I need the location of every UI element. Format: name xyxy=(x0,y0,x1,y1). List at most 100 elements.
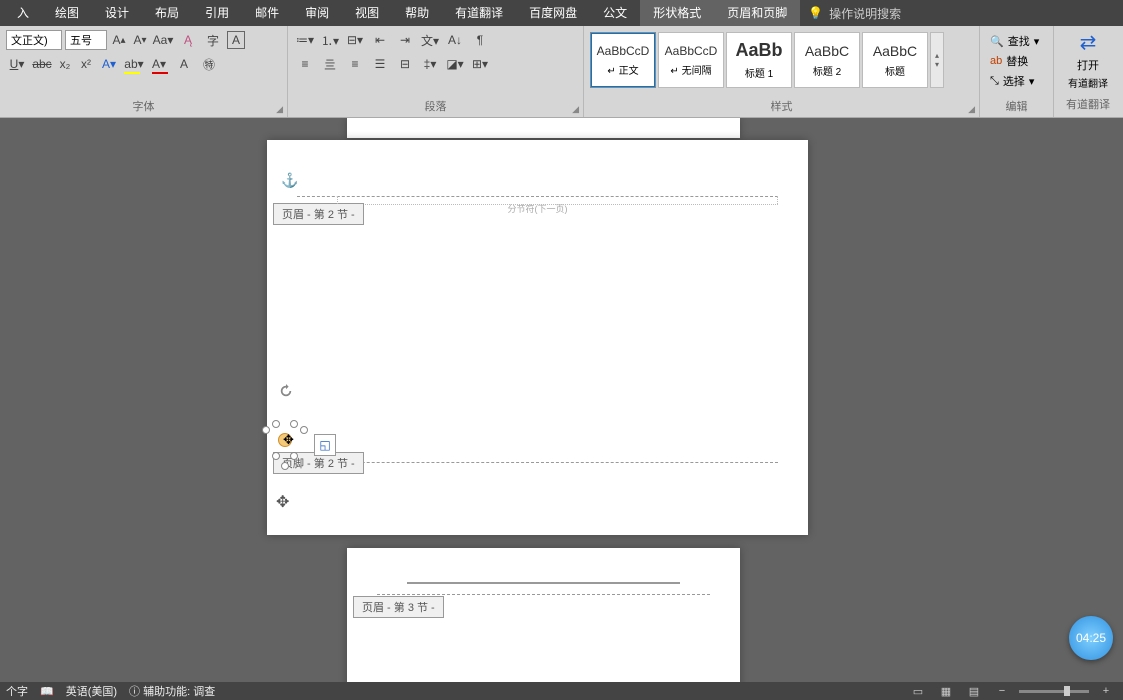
handle-nw[interactable] xyxy=(272,420,280,428)
timer-badge: 04:25 xyxy=(1069,616,1113,660)
zoom-slider[interactable] xyxy=(1019,690,1089,693)
char-border-button[interactable]: A xyxy=(227,31,245,49)
accessibility-status[interactable]: ⓘ 辅助功能: 调查 xyxy=(129,683,215,699)
align-left-button[interactable]: ≡ xyxy=(294,54,316,74)
style-heading2[interactable]: AaBbC 标题 2 xyxy=(794,32,860,88)
style-nospacing[interactable]: AaBbCcD ↵ 无间隔 xyxy=(658,32,724,88)
translate-icon[interactable]: ⇄ xyxy=(1080,30,1097,55)
handle-e[interactable] xyxy=(300,426,308,434)
spellcheck-icon[interactable]: 📖 xyxy=(40,685,54,698)
justify-button[interactable]: ☰ xyxy=(369,54,391,74)
bullets-button[interactable]: ≔▾ xyxy=(294,30,316,50)
menu-mailings[interactable]: 邮件 xyxy=(242,0,292,26)
zoom-in-button[interactable]: + xyxy=(1095,684,1117,698)
rotate-handle[interactable] xyxy=(279,384,293,398)
select-button[interactable]: ⤡ 选择▾ xyxy=(990,72,1039,90)
layout-options-button[interactable]: ◱ xyxy=(314,434,336,456)
borders-button[interactable]: ⊞▾ xyxy=(469,54,491,74)
text-effects-button[interactable]: A▾ xyxy=(98,54,120,74)
page-3[interactable]: 页眉 - 第 3 节 - xyxy=(347,548,740,682)
print-layout-button[interactable]: ▦ xyxy=(935,684,957,698)
replace-button[interactable]: ab 替换 xyxy=(990,52,1039,70)
distributed-button[interactable]: ⊟ xyxy=(394,54,416,74)
shrink-font-button[interactable]: A▾ xyxy=(131,30,149,50)
enclose-char-button[interactable]: ㊕ xyxy=(198,54,220,74)
menu-help[interactable]: 帮助 xyxy=(392,0,442,26)
strikethrough-button[interactable]: abc xyxy=(31,54,53,74)
styles-group-label: 样式 ◢ xyxy=(584,96,979,117)
menu-insert[interactable]: 入 xyxy=(4,0,42,26)
menu-gongwen[interactable]: 公文 xyxy=(590,0,640,26)
word-count[interactable]: 个字 xyxy=(6,683,28,699)
handle-se[interactable] xyxy=(290,452,298,460)
status-bar: 个字 📖 英语(美国) ⓘ 辅助功能: 调查 ▭ ▦ ▤ − + xyxy=(0,682,1123,700)
styles-gallery[interactable]: AaBbCcD ↵ 正文 AaBbCcD ↵ 无间隔 AaBb 标题 1 AaB… xyxy=(588,30,946,90)
align-right-button[interactable]: ≡ xyxy=(344,54,366,74)
char-shading-button[interactable]: A xyxy=(173,54,195,74)
translate-open-button[interactable]: 打开 xyxy=(1077,57,1099,73)
language-status[interactable]: 英语(美国) xyxy=(66,683,117,699)
grow-font-button[interactable]: A▴ xyxy=(110,30,128,50)
numbering-button[interactable]: ⒈▾ xyxy=(319,30,341,50)
header-boundary-3 xyxy=(377,594,710,595)
layout-icon: ◱ xyxy=(319,438,330,452)
highlight-button[interactable]: ab▾ xyxy=(123,54,145,74)
selected-shape[interactable]: ✥ ◱ ✥ xyxy=(264,394,306,468)
document-area[interactable]: ⚓ 分节符(下一页) 页眉 - 第 2 节 - 页脚 - 第 2 节 - ✥ ◱… xyxy=(0,118,1123,682)
menu-baidu[interactable]: 百度网盘 xyxy=(516,0,590,26)
font-color-button[interactable]: A▾ xyxy=(148,54,170,74)
page-1-bottom xyxy=(347,118,740,138)
multilevel-button[interactable]: ⊟▾ xyxy=(344,30,366,50)
accessibility-icon: ⓘ xyxy=(129,686,140,698)
styles-more-button[interactable]: ▴▾ xyxy=(930,32,944,88)
bulb-icon: 💡 xyxy=(808,6,823,20)
menu-youdao[interactable]: 有道翻译 xyxy=(442,0,516,26)
footer-boundary xyxy=(297,462,778,463)
subscript-button[interactable]: x₂ xyxy=(56,54,74,74)
superscript-button[interactable]: x² xyxy=(77,54,95,74)
menu-shape-format[interactable]: 形状格式 xyxy=(640,0,714,26)
underline-button[interactable]: U▾ xyxy=(6,54,28,74)
find-button[interactable]: 🔍 查找▾ xyxy=(990,32,1039,50)
tell-me-label: 操作说明搜索 xyxy=(829,5,901,22)
clear-format-button[interactable]: Ą xyxy=(177,30,199,50)
menu-layout[interactable]: 布局 xyxy=(142,0,192,26)
align-center-button[interactable]: 亖 xyxy=(319,54,341,74)
menu-view[interactable]: 视图 xyxy=(342,0,392,26)
text-direction-button[interactable]: 文▾ xyxy=(419,30,441,50)
menu-draw[interactable]: 绘图 xyxy=(42,0,92,26)
increase-indent-button[interactable]: ⇥ xyxy=(394,30,416,50)
font-name-combo[interactable]: 文正文) xyxy=(6,30,62,50)
handle-ne[interactable] xyxy=(290,420,298,428)
sort-button[interactable]: A↓ xyxy=(444,30,466,50)
zoom-thumb[interactable] xyxy=(1064,686,1070,696)
styles-dialog-launcher[interactable]: ◢ xyxy=(968,104,975,115)
style-heading1[interactable]: AaBb 标题 1 xyxy=(726,32,792,88)
decrease-indent-button[interactable]: ⇤ xyxy=(369,30,391,50)
style-title[interactable]: AaBbC 标题 xyxy=(862,32,928,88)
handle-s[interactable] xyxy=(281,462,289,470)
phonetic-guide-button[interactable]: 字 xyxy=(202,30,224,50)
change-case-button[interactable]: Aa▾ xyxy=(152,30,174,50)
menu-references[interactable]: 引用 xyxy=(192,0,242,26)
font-size-combo[interactable]: 五号 xyxy=(65,30,107,50)
menu-header-footer[interactable]: 页眉和页脚 xyxy=(714,0,800,26)
web-layout-button[interactable]: ▤ xyxy=(963,684,985,698)
shading-button[interactable]: ◪▾ xyxy=(444,54,466,74)
zoom-out-button[interactable]: − xyxy=(991,684,1013,698)
handle-w[interactable] xyxy=(262,426,270,434)
show-marks-button[interactable]: ¶ xyxy=(469,30,491,50)
tell-me-search[interactable]: 💡 操作说明搜索 xyxy=(808,5,901,22)
paragraph-group: ≔▾ ⒈▾ ⊟▾ ⇤ ⇥ 文▾ A↓ ¶ ≡ 亖 ≡ ☰ ⊟ ‡▾ ◪▾ xyxy=(288,26,584,117)
menu-review[interactable]: 审阅 xyxy=(292,0,342,26)
line-spacing-button[interactable]: ‡▾ xyxy=(419,54,441,74)
handle-sw[interactable] xyxy=(272,452,280,460)
header-content-line xyxy=(407,582,680,584)
anchor-icon: ⚓ xyxy=(281,172,298,189)
menu-design[interactable]: 设计 xyxy=(92,0,142,26)
font-dialog-launcher[interactable]: ◢ xyxy=(276,104,283,115)
read-mode-button[interactable]: ▭ xyxy=(907,684,929,698)
paragraph-dialog-launcher[interactable]: ◢ xyxy=(572,104,579,115)
page-2[interactable]: ⚓ 分节符(下一页) 页眉 - 第 2 节 - 页脚 - 第 2 节 - xyxy=(267,140,808,535)
style-normal[interactable]: AaBbCcD ↵ 正文 xyxy=(590,32,656,88)
